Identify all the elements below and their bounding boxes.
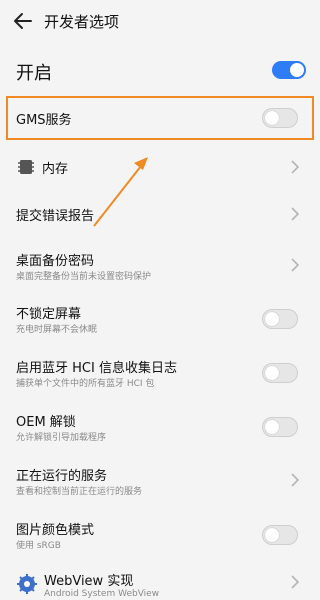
chevron-right-icon [291, 258, 300, 272]
developer-options-master-switch-row[interactable]: 开启 [0, 50, 320, 90]
stay-awake-subtitle: 充电时屏幕不会休眠 [16, 325, 98, 335]
webview-label: WebView 实现 [44, 574, 134, 589]
color-mode-toggle[interactable] [262, 525, 298, 545]
oem-unlock-row[interactable]: OEM 解锁 允许解锁引导加载程序 [0, 401, 320, 451]
oem-unlock-subtitle: 允许解锁引导加载程序 [16, 433, 107, 443]
chevron-right-icon [291, 575, 300, 589]
stay-awake-toggle[interactable] [262, 309, 298, 329]
highlight-box [6, 96, 314, 140]
hci-log-label: 启用蓝牙 HCI 信息收集日志 [16, 361, 177, 376]
oem-unlock-label: OEM 解锁 [16, 415, 76, 430]
running-services-subtitle: 查看和控制当前正在运行的服务 [16, 487, 143, 497]
running-services-row[interactable]: 正在运行的服务 查看和控制当前正在运行的服务 [0, 455, 320, 505]
master-toggle[interactable] [272, 61, 306, 79]
back-arrow-icon[interactable] [12, 10, 34, 32]
desktop-backup-password-row[interactable]: 桌面备份密码 桌面完整备份当前未设置密码保护 [0, 240, 320, 290]
stay-awake-label: 不锁定屏幕 [16, 307, 82, 322]
hci-log-subtitle: 捕获单个文件中的所有蓝牙 HCI 包 [16, 379, 155, 389]
chip-icon [18, 160, 34, 174]
oem-unlock-toggle[interactable] [262, 417, 298, 437]
webview-gear-icon [17, 574, 37, 594]
picture-color-mode-row[interactable]: 图片颜色模式 使用 sRGB [0, 509, 320, 559]
top-bar: 开发者选项 [0, 0, 320, 44]
chevron-right-icon [291, 160, 300, 174]
master-switch-label: 开启 [16, 63, 52, 84]
stay-awake-row[interactable]: 不锁定屏幕 充电时屏幕不会休眠 [0, 293, 320, 343]
webview-subtitle: Android System WebView [44, 589, 160, 599]
page-title: 开发者选项 [44, 13, 120, 31]
color-mode-label: 图片颜色模式 [16, 523, 95, 538]
chevron-right-icon [291, 473, 300, 487]
memory-label: 内存 [42, 162, 69, 177]
bug-report-label: 提交错误报告 [16, 209, 95, 224]
webview-implementation-row[interactable]: WebView 实现 Android System WebView [0, 565, 320, 600]
memory-row[interactable]: 内存 [0, 143, 320, 189]
bluetooth-hci-log-row[interactable]: 启用蓝牙 HCI 信息收集日志 捕获单个文件中的所有蓝牙 HCI 包 [0, 347, 320, 397]
running-services-label: 正在运行的服务 [16, 469, 108, 484]
hci-log-toggle[interactable] [262, 363, 298, 383]
backup-password-label: 桌面备份密码 [16, 254, 95, 269]
bug-report-row[interactable]: 提交错误报告 [0, 192, 320, 236]
chevron-right-icon [291, 207, 300, 221]
color-mode-subtitle: 使用 sRGB [16, 541, 61, 551]
backup-password-subtitle: 桌面完整备份当前未设置密码保护 [16, 272, 152, 282]
